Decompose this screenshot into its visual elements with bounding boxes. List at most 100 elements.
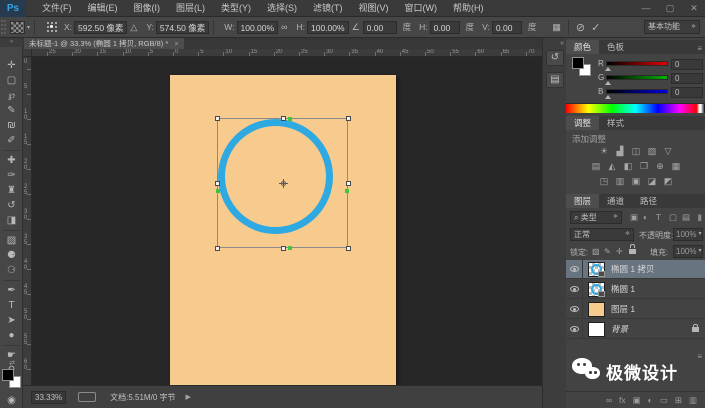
- layer-thumbnail[interactable]: [588, 261, 605, 277]
- new-adjustment-layer-button[interactable]: ◐: [648, 395, 653, 405]
- visibility-eye-icon[interactable]: [569, 326, 579, 332]
- brush-tool[interactable]: ✑: [0, 169, 23, 183]
- menu-item-3[interactable]: 图层(L): [168, 0, 213, 17]
- tool-preset-picker[interactable]: [10, 20, 25, 34]
- filter-smart-objects-icon[interactable]: ▤: [682, 212, 690, 223]
- layer-thumbnail[interactable]: [588, 281, 605, 297]
- channel-slider-thumb[interactable]: [605, 81, 611, 85]
- color-swatches[interactable]: [2, 369, 22, 391]
- filter-pixel-layers-icon[interactable]: ▣: [630, 212, 638, 223]
- layer-row[interactable]: 图层 1: [566, 299, 705, 319]
- channel-value-B[interactable]: 0: [671, 87, 703, 98]
- transform-center-point[interactable]: [279, 179, 288, 188]
- w-input[interactable]: 100.00%: [236, 20, 279, 34]
- channel-slider-B[interactable]: [606, 89, 668, 94]
- menu-item-5[interactable]: 选择(S): [259, 0, 305, 17]
- menu-item-8[interactable]: 窗口(W): [397, 0, 446, 17]
- gradient-map-icon[interactable]: ◪: [646, 175, 659, 187]
- warp-mode-icon[interactable]: ▦: [552, 22, 561, 33]
- layer-style-button[interactable]: fx: [619, 395, 626, 405]
- visibility-well[interactable]: [566, 259, 583, 279]
- menu-item-1[interactable]: 编辑(E): [80, 0, 126, 17]
- tab-paths[interactable]: 路径: [632, 194, 666, 208]
- layer-row[interactable]: 椭圆 1: [566, 279, 705, 299]
- close-button[interactable]: ✕: [687, 0, 701, 16]
- visibility-eye-icon[interactable]: [569, 286, 579, 292]
- transform-handle[interactable]: [215, 246, 220, 251]
- swap-colors-icon[interactable]: ⇄: [2, 360, 22, 368]
- color-lookup-icon[interactable]: ▦: [670, 160, 683, 172]
- rectangular-marquee-tool[interactable]: ▢: [0, 74, 23, 88]
- transform-handle[interactable]: [346, 116, 351, 121]
- y-input[interactable]: 574.50 像素: [155, 20, 210, 34]
- filter-adjustment-layers-icon[interactable]: ◐: [643, 212, 648, 222]
- photo-filter-icon[interactable]: ❐: [638, 160, 651, 172]
- angle-input[interactable]: 0.00: [362, 20, 397, 34]
- relative-position-icon[interactable]: △: [130, 22, 137, 33]
- path-selection-tool[interactable]: ➤: [0, 314, 23, 328]
- skew-v-input[interactable]: 0.00: [491, 20, 522, 34]
- transform-handle[interactable]: [346, 181, 351, 186]
- new-layer-button[interactable]: ⊞: [675, 395, 682, 406]
- maximize-button[interactable]: ▢: [663, 0, 677, 16]
- layer-thumbnail[interactable]: [588, 301, 605, 317]
- selective-color-icon[interactable]: ◩: [662, 175, 675, 187]
- gradient-tool[interactable]: ▨: [0, 234, 23, 248]
- lock-position-icon[interactable]: ✛: [616, 247, 623, 256]
- menu-item-2[interactable]: 图像(I): [126, 0, 169, 17]
- threshold-icon[interactable]: ▣: [630, 175, 643, 187]
- spot-healing-brush-tool[interactable]: ✚: [0, 154, 23, 168]
- tab-channels[interactable]: 通道: [599, 194, 633, 208]
- skew-h-input[interactable]: 0.00: [429, 20, 460, 34]
- layer-filter-kind-dropdown[interactable]: ⌕ 类型 ≑: [570, 211, 622, 224]
- lock-transparent-pixels-icon[interactable]: ▨: [592, 247, 600, 256]
- document-tab[interactable]: 未标题-1 @ 33.3% (椭圆 1 拷贝, RGB/8) * ×: [24, 38, 184, 49]
- menu-item-7[interactable]: 视图(V): [351, 0, 397, 17]
- minimize-button[interactable]: —: [639, 0, 653, 16]
- history-panel-icon[interactable]: ↺: [546, 50, 564, 66]
- layer-filter-toggle-icon[interactable]: ▮: [697, 212, 702, 223]
- visibility-well[interactable]: [566, 299, 583, 319]
- tab-adjustments[interactable]: 调整: [566, 116, 600, 130]
- filter-shape-layers-icon[interactable]: ▢: [669, 212, 677, 223]
- document-size-info[interactable]: 文档:5.51M/0 字节: [110, 392, 175, 403]
- fill-dropdown[interactable]: 100% ▾: [673, 245, 703, 258]
- link-layers-button[interactable]: ∞: [606, 395, 612, 405]
- vibrance-icon[interactable]: ▽: [662, 145, 675, 157]
- delete-layer-button[interactable]: ▥: [689, 395, 697, 406]
- levels-icon[interactable]: ▟: [614, 145, 627, 157]
- canvas[interactable]: [170, 75, 396, 385]
- brightness-contrast-icon[interactable]: ☀: [598, 145, 611, 157]
- foreground-background-swatches[interactable]: [572, 57, 596, 81]
- color-spectrum-ramp[interactable]: [566, 103, 705, 113]
- transform-handle[interactable]: [215, 181, 220, 186]
- channel-slider-R[interactable]: [606, 61, 668, 66]
- layer-thumbnail[interactable]: [588, 321, 605, 337]
- reference-point-locator[interactable]: [45, 21, 58, 34]
- menu-item-0[interactable]: 文件(F): [34, 0, 80, 17]
- history-brush-tool[interactable]: ↺: [0, 199, 23, 213]
- tab-swatches[interactable]: 色板: [599, 40, 633, 54]
- visibility-well[interactable]: [566, 319, 583, 339]
- transform-handle[interactable]: [215, 116, 220, 121]
- lasso-tool[interactable]: ℘: [0, 89, 23, 103]
- channel-slider-G[interactable]: [606, 75, 668, 80]
- workspace-switcher[interactable]: 基本功能 ≑: [644, 20, 700, 34]
- ellipse-tool[interactable]: ●: [0, 329, 23, 343]
- channel-slider-thumb[interactable]: [605, 67, 611, 71]
- quick-mask-button[interactable]: ◉: [0, 394, 23, 408]
- menu-item-4[interactable]: 类型(Y): [213, 0, 259, 17]
- tool-preset-arrow-icon[interactable]: ▾: [27, 24, 30, 31]
- foreground-color-swatch[interactable]: [572, 57, 584, 69]
- black-white-icon[interactable]: ◧: [622, 160, 635, 172]
- move-tool[interactable]: ✛: [0, 59, 23, 73]
- pen-tool[interactable]: ✒: [0, 284, 23, 298]
- channel-value-R[interactable]: 0: [671, 59, 703, 70]
- crop-tool[interactable]: ₪: [0, 119, 23, 133]
- hue-saturation-icon[interactable]: ▤: [590, 160, 603, 172]
- channel-value-G[interactable]: 0: [671, 73, 703, 84]
- transform-handle[interactable]: [346, 246, 351, 251]
- vertical-ruler[interactable]: 051 01 52 02 53 03 54 04 55 05 56 0: [23, 57, 32, 385]
- blur-tool[interactable]: ⚈: [0, 249, 23, 263]
- posterize-icon[interactable]: ▥: [614, 175, 627, 187]
